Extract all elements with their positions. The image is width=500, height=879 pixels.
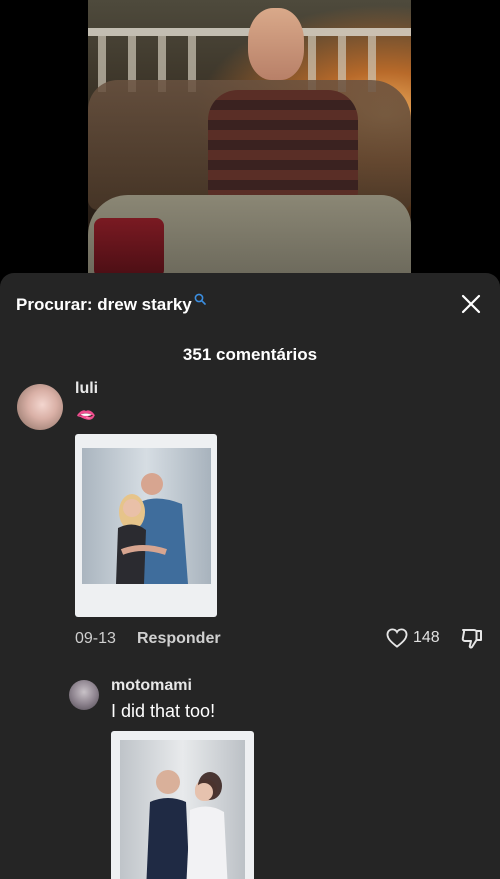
like-count: 148: [413, 629, 440, 646]
search-suggestion[interactable]: Procurar: drew starky: [16, 293, 206, 315]
couple-photo-art: [82, 448, 211, 584]
reply-button[interactable]: Responder: [137, 630, 221, 648]
comment-image[interactable]: [75, 434, 217, 617]
polaroid-photo: [120, 740, 245, 879]
comment-username[interactable]: motomami: [111, 677, 192, 695]
comment-count: 351 comentários: [182, 345, 318, 364]
comment-text: 🫦: [76, 407, 96, 424]
avatar[interactable]: [69, 680, 99, 710]
comment-text: I did that too!: [111, 701, 216, 721]
thumbs-down-icon[interactable]: [460, 627, 484, 651]
search-icon: [194, 293, 206, 305]
comment-date: 09-13: [75, 630, 116, 647]
comment-username[interactable]: luli: [75, 380, 98, 398]
video-player[interactable]: [88, 0, 411, 290]
search-label[interactable]: Procurar: drew starky: [16, 295, 192, 315]
close-icon[interactable]: [460, 293, 482, 315]
heart-icon: [386, 628, 408, 648]
couple-photo-art: [120, 740, 245, 879]
polaroid-photo: [82, 448, 211, 584]
avatar[interactable]: [17, 384, 63, 430]
comments-sheet: Procurar: drew starky 351 comentários lu…: [0, 273, 500, 879]
red-vase: [94, 218, 164, 278]
like-button[interactable]: 148: [386, 628, 440, 648]
person-head: [248, 8, 304, 80]
person-torso: [208, 90, 358, 200]
comment-image[interactable]: [111, 731, 254, 879]
